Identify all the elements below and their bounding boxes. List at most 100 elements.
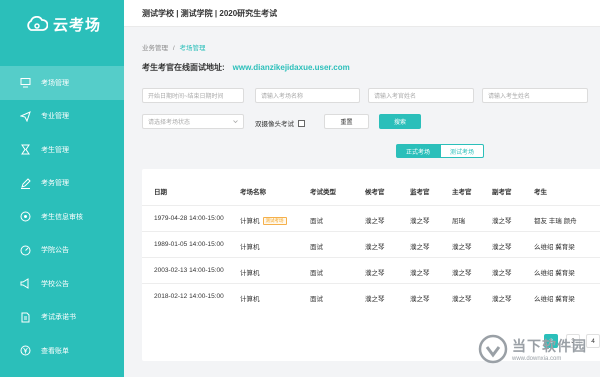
app-logo[interactable]: 云考场 <box>0 0 124 48</box>
monitor-icon <box>20 77 31 88</box>
interview-url-label: 考生考官在线面试地址: <box>142 63 225 72</box>
test-room-tag: 测试考场 <box>262 217 287 226</box>
examiner-name-input[interactable]: 请输入考官姓名 <box>368 88 474 103</box>
room-name-cell: 计算机 <box>240 244 260 251</box>
status-select[interactable]: 请选择考场状态 <box>142 114 244 129</box>
target-icon <box>20 211 31 222</box>
interview-url-link[interactable]: www.dianzikejidaxue.user.com <box>233 63 350 72</box>
room-name-cell: 计算机 <box>240 296 260 303</box>
tab-formal-room[interactable]: 正式考场 <box>396 144 440 158</box>
waiting-examiner-cell: 濮之琴 <box>365 244 385 251</box>
chief-examiner-cell: 濮之琴 <box>452 270 472 277</box>
column-header: 考场名称 <box>240 189 266 196</box>
watermark-url: www.downxia.com <box>512 355 562 362</box>
examiner-name-placeholder: 请输入考官姓名 <box>374 94 417 100</box>
column-header: 考试类型 <box>310 189 336 196</box>
proctor-cell: 濮之琴 <box>410 270 430 277</box>
logo-text: 云考场 <box>53 16 102 34</box>
column-header: 监考官 <box>410 189 430 196</box>
sidebar-item-pledge[interactable]: 考试承诺书 <box>0 301 124 335</box>
send-icon <box>20 110 31 122</box>
breadcrumb: 业务管理 / 考场管理 <box>142 42 205 52</box>
chevron-down-icon <box>233 119 238 124</box>
row-date: 1979-04-28 <box>154 215 188 222</box>
waiting-examiner-cell: 濮之琴 <box>365 218 385 225</box>
date-cell: 1989-01-05 14:00-15:00 <box>154 241 224 248</box>
column-header: 候考官 <box>365 189 385 196</box>
yen-icon <box>20 345 31 356</box>
deputy-examiner-cell: 濮之琴 <box>492 218 512 225</box>
sidebar-item-review[interactable]: 考生信息审核 <box>0 200 124 234</box>
hourglass-icon <box>20 144 31 155</box>
date-range-input[interactable]: 开始日期时间~结束日期时间 <box>142 88 244 103</box>
chief-examiner-cell: 濮之琴 <box>452 244 472 251</box>
proctor-cell: 濮之琴 <box>410 218 430 225</box>
chief-examiner-cell: 屈瑞 <box>452 218 465 225</box>
column-header: 考生 <box>534 189 547 196</box>
table-row[interactable]: 2018-02-12 14:00-15:00 计算机 面试 濮之琴 濮之琴 濮之… <box>142 283 600 309</box>
sidebar-item-school-notice[interactable]: 学校公告 <box>0 267 124 301</box>
header-bar: 测试学校 | 测试学院 | 2020研究生考试 <box>124 0 600 27</box>
sidebar-menu: 考场管理 专业管理 考生管理 考务管理 考生信息审核 学院公告 学校公告 考试承… <box>0 66 124 368</box>
sidebar-item-label: 考生管理 <box>41 146 69 154</box>
sidebar-item-college-notice[interactable]: 学院公告 <box>0 234 124 268</box>
student-name-placeholder: 请输入考生姓名 <box>488 94 531 100</box>
deputy-examiner-cell: 濮之琴 <box>492 296 512 303</box>
sidebar-item-label: 考生信息审核 <box>41 213 83 221</box>
exam-type-cell: 面试 <box>310 270 323 277</box>
sidebar-item-affairs[interactable]: 考务管理 <box>0 167 124 201</box>
exam-type-cell: 面试 <box>310 296 323 303</box>
row-date: 1989-01-05 <box>154 241 188 248</box>
room-name-cell: 计算机 测试考场 <box>240 215 287 226</box>
table-row[interactable]: 1979-04-28 14:00-15:00 计算机 测试考场 面试 濮之琴 濮之… <box>142 205 600 231</box>
cloud-logo-icon <box>26 15 49 32</box>
search-button[interactable]: 搜索 <box>379 114 421 129</box>
table-row[interactable]: 2003-02-13 14:00-15:00 计算机 面试 濮之琴 濮之琴 濮之… <box>142 257 600 283</box>
deputy-examiner-cell: 濮之琴 <box>492 270 512 277</box>
sidebar-item-bill[interactable]: 查看账单 <box>0 334 124 368</box>
tab-test-room[interactable]: 测试考场 <box>440 144 484 158</box>
room-name-cell: 计算机 <box>240 270 260 277</box>
sidebar-item-label: 考试承诺书 <box>41 314 76 322</box>
students-cell: 都友 丰瑞 颜舟 <box>534 218 577 225</box>
sidebar-item-label: 学院公告 <box>41 247 69 255</box>
pen-icon <box>20 178 31 189</box>
row-date: 2018-02-12 <box>154 293 188 300</box>
table-row[interactable]: 1989-01-05 14:00-15:00 计算机 面试 濮之琴 濮之琴 濮之… <box>142 231 600 257</box>
breadcrumb-separator: / <box>172 45 175 52</box>
date-range-placeholder: 开始日期时间~结束日期时间 <box>148 94 224 100</box>
proctor-cell: 濮之琴 <box>410 296 430 303</box>
dual-camera-label: 双摄像头考试 <box>255 121 294 128</box>
sidebar-item-major[interactable]: 专业管理 <box>0 100 124 134</box>
column-header: 日期 <box>154 189 167 196</box>
sidebar: 云考场 考场管理 专业管理 考生管理 考务管理 考生信息审核 学院公告 学校公告… <box>0 0 124 377</box>
room-name-input[interactable]: 请输入考场名称 <box>255 88 360 103</box>
sidebar-item-exam-room[interactable]: 考场管理 <box>0 66 124 100</box>
watermark-text: 当下软件园 www.downxia.com <box>512 336 587 362</box>
row-date: 2003-02-13 <box>154 267 188 274</box>
watermark: 当下软件园 www.downxia.com <box>478 320 600 377</box>
reset-button[interactable]: 重置 <box>324 114 369 129</box>
dual-camera-checkbox[interactable] <box>298 119 305 127</box>
breadcrumb-parent[interactable]: 业务管理 <box>142 45 168 52</box>
date-cell: 1979-04-28 14:00-15:00 <box>154 215 224 222</box>
dual-camera-option: 双摄像头考试 <box>255 118 305 128</box>
row-room-name: 计算机 <box>240 218 260 225</box>
sidebar-item-label: 学校公告 <box>41 280 69 288</box>
watermark-title: 当下软件园 <box>512 337 587 354</box>
student-name-input[interactable]: 请输入考生姓名 <box>482 88 588 103</box>
dial-icon <box>20 245 31 256</box>
sidebar-item-label: 查看账单 <box>41 347 69 355</box>
students-cell: 么维绍 冀育梁 <box>534 270 575 277</box>
sidebar-item-label: 考场管理 <box>41 79 69 87</box>
exam-type-cell: 面试 <box>310 244 323 251</box>
waiting-examiner-cell: 濮之琴 <box>365 270 385 277</box>
status-select-placeholder: 请选择考场状态 <box>148 120 191 126</box>
row-time: 14:00-15:00 <box>189 267 224 274</box>
row-time: 14:00-15:00 <box>189 215 224 222</box>
page-title: 测试学校 | 测试学院 | 2020研究生考试 <box>142 8 278 18</box>
sidebar-item-students[interactable]: 考生管理 <box>0 133 124 167</box>
sidebar-item-label: 考务管理 <box>41 180 69 188</box>
deputy-examiner-cell: 濮之琴 <box>492 244 512 251</box>
proctor-cell: 濮之琴 <box>410 244 430 251</box>
